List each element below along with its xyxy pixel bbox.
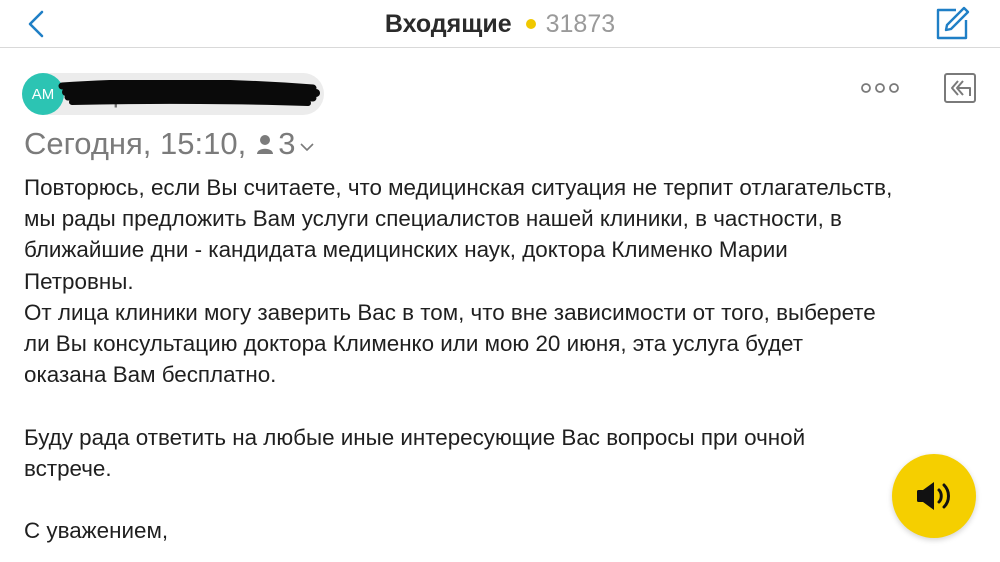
body-line: От лица клиники могу заверить Вас в том,… [24, 299, 876, 325]
recipients-toggle[interactable]: 3 [256, 126, 315, 162]
folder-title: Входящие [384, 9, 512, 38]
chevron-down-icon [300, 143, 315, 151]
message-body: Повторюсь, если Вы считаете, что медицин… [24, 172, 974, 546]
person-icon [257, 135, 274, 154]
unread-dot-icon [525, 19, 536, 29]
body-line: Повторюсь, если Вы считаете, что медицин… [24, 175, 893, 200]
more-dots-icon [861, 83, 899, 93]
body-line: Буду рада ответить на любые иные интерес… [24, 424, 806, 450]
read-aloud-button[interactable] [892, 454, 976, 538]
folder-header: Входящие 31873 [0, 0, 1000, 48]
compose-button[interactable] [934, 6, 970, 42]
body-line: ближайшие дни - кандидата медицинских на… [24, 237, 788, 263]
redaction-scribble [58, 80, 320, 106]
navigation-bar: Входящие 31873 [0, 0, 1000, 48]
reply-all-icon [944, 73, 976, 103]
more-options-button[interactable] [860, 78, 900, 98]
message-meta: Сегодня, 15:10, 3 [24, 124, 315, 164]
body-line: мы рады предложить Вам услуги специалист… [24, 206, 842, 232]
body-line: С уважением, [24, 518, 169, 544]
body-line: ли Вы консультацию доктора Клименко или … [24, 331, 803, 357]
recipient-count: 3 [278, 126, 296, 161]
reply-all-button[interactable] [942, 70, 978, 106]
message-date: Сегодня, 15:10, [24, 126, 247, 161]
unread-count: 31873 [545, 9, 616, 38]
compose-icon [936, 6, 970, 40]
body-line: Петровны. [24, 268, 134, 294]
body-line: оказана Вам бесплатно. [24, 362, 277, 388]
body-line: встрече. [24, 455, 112, 481]
speaker-icon [917, 482, 950, 510]
